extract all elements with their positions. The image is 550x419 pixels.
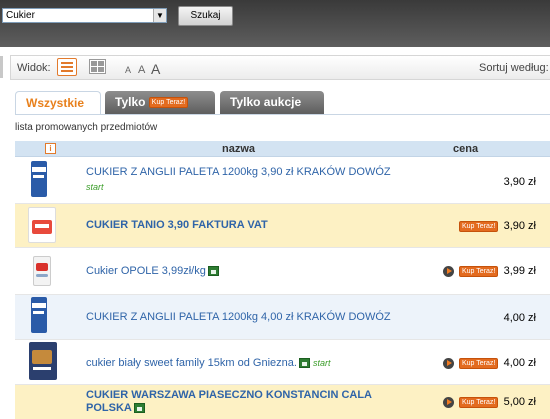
category-select-value: Cukier [6,10,35,21]
search-button[interactable]: Szukaj [178,6,233,26]
item-title-text: cukier biały sweet family 15km od Gniezn… [86,357,297,369]
table-row: CUKIER Z ANGLII PALETA 1200kg 4,00 zł KR… [15,295,550,340]
font-size-large-button[interactable]: A [151,61,160,77]
tab-divider [15,114,550,115]
search-bar: Cukier ▼ Szukaj [0,0,550,47]
item-title-link[interactable]: CUKIER WARSZAWA PIASECZNO KONSTANCIN CAL… [86,389,406,415]
buy-now-badge: Kup Teraz! [459,358,499,369]
font-size-small-button[interactable]: A [125,65,131,75]
item-price: 4,00 zł [503,312,536,324]
product-thumbnail[interactable] [19,206,64,246]
table-row: CUKIER Z ANGLII PALETA 1200kg 3,90 zł KR… [15,157,550,204]
product-thumbnail[interactable] [19,253,64,293]
tab-buy-now-only[interactable]: Tylko Kup Teraz! [105,91,215,114]
tab-auctions-only[interactable]: Tylko aukcje [220,91,324,114]
item-start-label: start [86,182,104,192]
table-header: i nazwa cena [15,141,550,157]
chevron-down-icon[interactable]: ▼ [153,9,166,22]
sort-label[interactable]: Sortuj według: [479,62,549,74]
item-title-line2: POLSKA [86,402,132,414]
photo-icon [133,403,145,414]
category-select[interactable]: Cukier ▼ [2,8,167,23]
tab-buy-now-label: Tylko [115,95,146,109]
column-price-header[interactable]: cena [453,143,478,155]
column-name-header[interactable]: nazwa [222,143,255,155]
info-icon[interactable]: i [45,143,56,154]
table-row: CUKIER WARSZAWA PIASECZNO KONSTANCIN CAL… [15,385,550,419]
buy-now-badge: Kup Teraz! [148,97,189,109]
gallery-view-icon[interactable] [89,59,106,74]
item-price: 5,00 zł [503,396,536,408]
item-title-link[interactable]: CUKIER Z ANGLII PALETA 1200kg 3,90 zł KR… [86,166,406,179]
item-title-line1: CUKIER WARSZAWA PIASECZNO KONSTANCIN CAL… [86,389,372,401]
font-size-medium-button[interactable]: A [138,64,145,76]
photo-icon [298,358,310,369]
view-label: Widok: [17,62,51,74]
play-icon[interactable] [443,266,454,277]
item-title-link[interactable]: cukier biały sweet family 15km od Gniezn… [86,357,426,370]
item-title-link[interactable]: CUKIER TANIO 3,90 FAKTURA VAT [86,219,406,232]
product-thumbnail[interactable] [19,297,64,337]
view-toolbar: Widok: A A A Sortuj według: [0,47,550,87]
table-row: cukier biały sweet family 15km od Gniezn… [15,340,550,385]
item-price: 3,90 zł [503,176,536,188]
product-thumbnail[interactable] [19,342,64,382]
table-row: CUKIER TANIO 3,90 FAKTURA VAT Kup Teraz!… [15,204,550,248]
item-title-link[interactable]: Cukier OPOLE 3,99zł/kg [86,265,406,278]
buy-now-badge: Kup Teraz! [459,266,499,277]
list-view-icon[interactable] [57,58,77,76]
table-row: Cukier OPOLE 3,99zł/kg Kup Teraz! 3,99 z… [15,248,550,295]
item-price: 3,99 zł [503,265,536,277]
item-title-link[interactable]: CUKIER Z ANGLII PALETA 1200kg 4,00 zł KR… [86,311,406,324]
photo-icon [207,266,219,277]
tab-all[interactable]: Wszystkie [15,91,101,115]
buy-now-badge: Kup Teraz! [459,221,499,232]
item-price: 3,90 zł [503,220,536,232]
play-icon[interactable] [443,358,454,369]
play-icon[interactable] [443,397,454,408]
side-marker [0,56,3,78]
buy-now-badge: Kup Teraz! [459,397,499,408]
promoted-list-label: lista promowanych przedmiotów [15,122,158,133]
item-title-text: Cukier OPOLE 3,99zł/kg [86,265,206,277]
item-start-label: start [313,358,331,368]
product-thumbnail[interactable] [19,161,64,201]
item-price: 4,00 zł [503,357,536,369]
